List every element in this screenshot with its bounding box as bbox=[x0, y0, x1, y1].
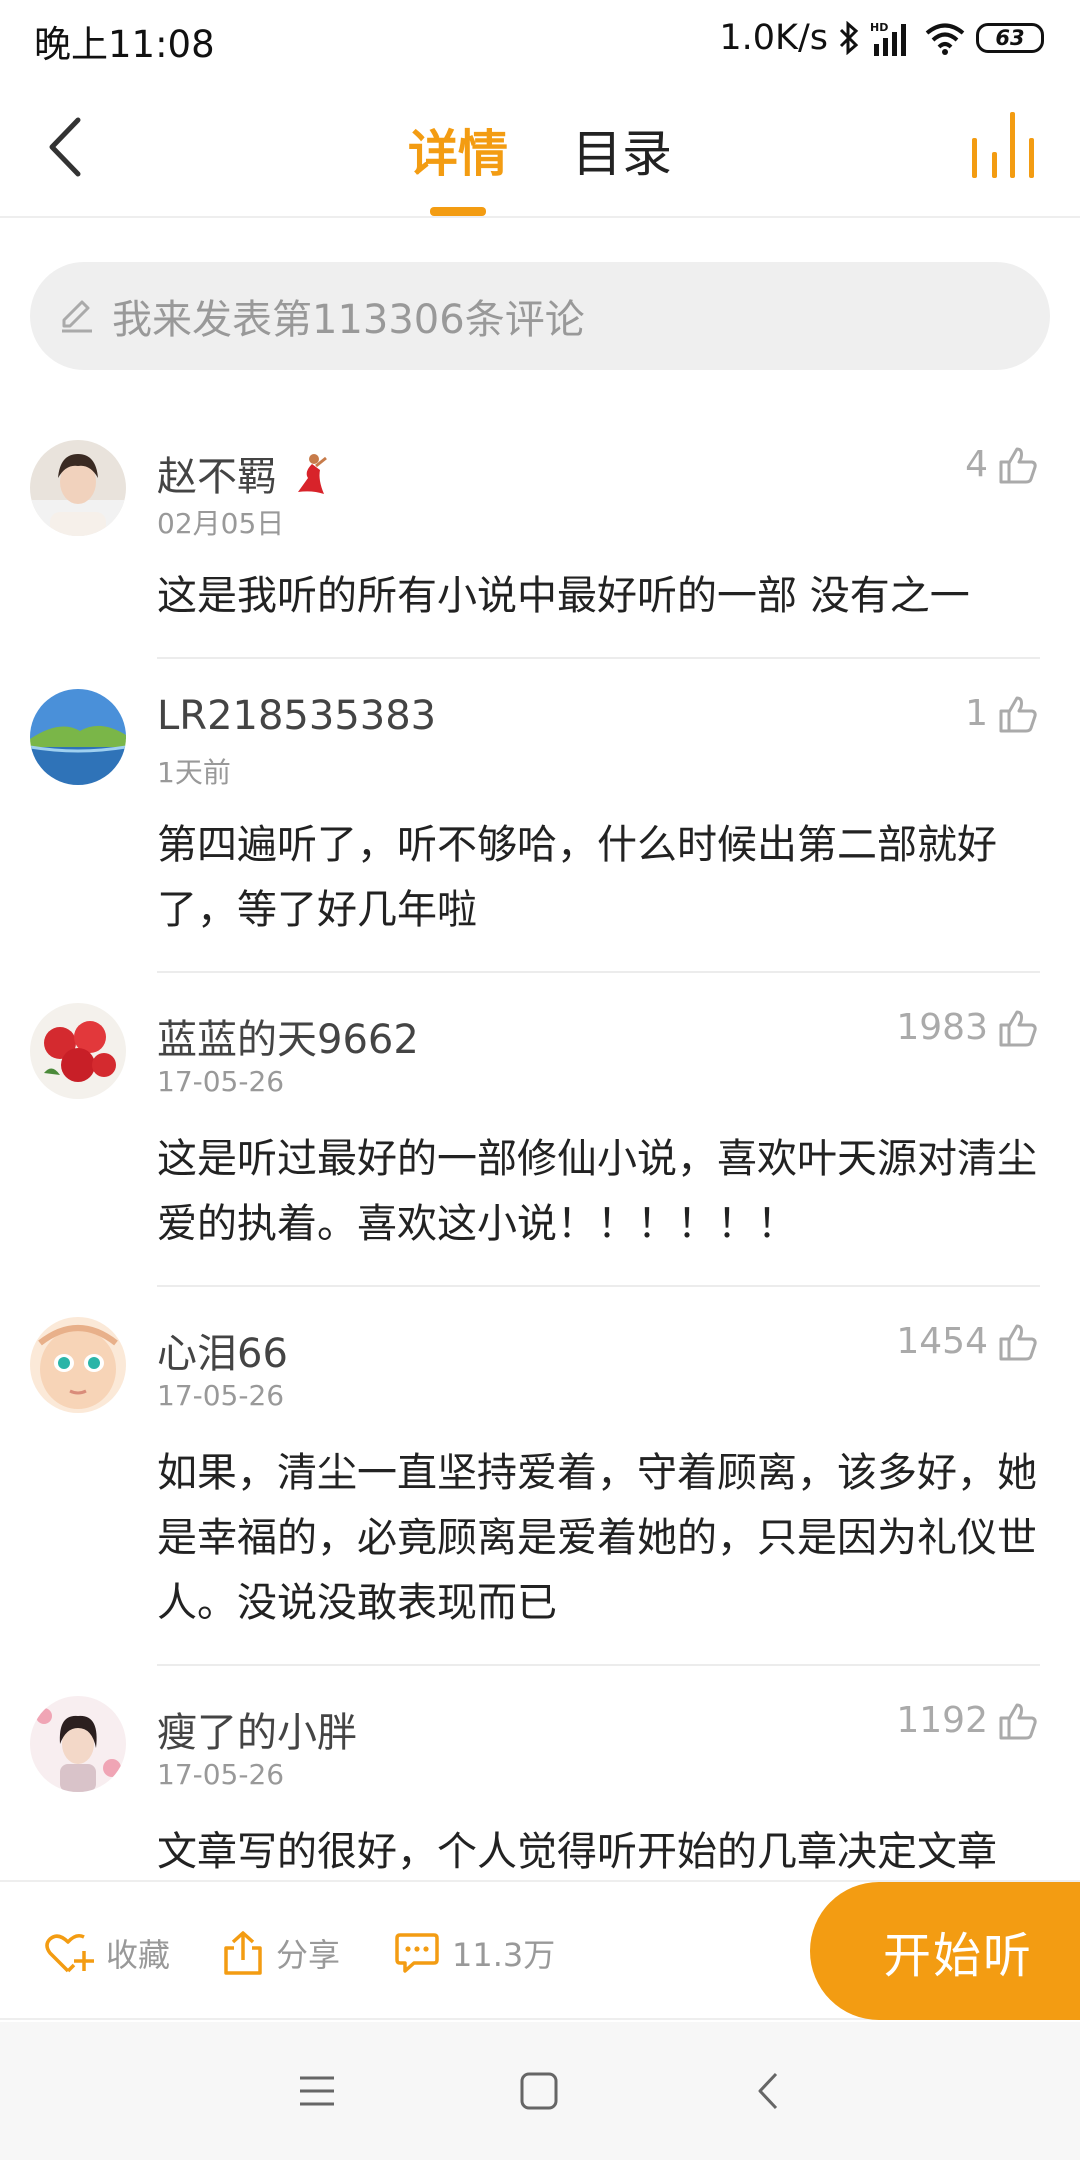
comment-date: 02月05日 bbox=[157, 507, 285, 540]
comment-item: 蓝蓝的天9662 17-05-26 1983 这是听过最好的一部修仙小说，喜欢叶… bbox=[0, 973, 1080, 1287]
wifi-icon bbox=[925, 23, 965, 55]
svg-text:HD: HD bbox=[870, 21, 888, 34]
like-button[interactable]: 4 bbox=[965, 444, 1038, 485]
like-count: 1192 bbox=[896, 1700, 988, 1741]
comment-author[interactable]: 赵不羁 bbox=[157, 444, 330, 502]
comment-input-placeholder: 我来发表第113306条评论 bbox=[112, 297, 585, 343]
like-count: 1 bbox=[965, 693, 988, 734]
tab-catalog[interactable]: 目录 bbox=[572, 114, 672, 186]
comment-author-name[interactable]: LR218535383 bbox=[157, 693, 436, 739]
like-button[interactable]: 1983 bbox=[896, 1007, 1038, 1048]
comment-author-name[interactable]: 蓝蓝的天9662 bbox=[157, 1007, 419, 1065]
home-icon[interactable] bbox=[516, 2068, 562, 2114]
comment-item: 心泪66 17-05-26 1454 如果，清尘一直坚持爱着，守着顾离，该多好，… bbox=[0, 1287, 1080, 1666]
start-listening-label: 开始听 bbox=[882, 1928, 1033, 1984]
avatar[interactable] bbox=[30, 1696, 126, 1792]
like-count: 4 bbox=[965, 444, 988, 485]
like-button[interactable]: 1454 bbox=[896, 1321, 1038, 1362]
status-time: 晚上11:08 bbox=[34, 23, 215, 66]
comment-text: 文章写的很好，个人觉得听开始的几章决定文章 bbox=[157, 1829, 997, 1875]
menu-icon[interactable] bbox=[294, 2068, 340, 2114]
like-count: 1454 bbox=[896, 1321, 988, 1362]
avatar[interactable] bbox=[30, 1317, 126, 1413]
comment-date: 17-05-26 bbox=[157, 1758, 285, 1791]
bottom-action-bar: 收藏 分享 11.3万 开始听 bbox=[0, 1880, 1080, 2020]
comment-author-name[interactable]: 瘦了的小胖 bbox=[157, 1700, 357, 1758]
share-label: 分享 bbox=[276, 1936, 341, 1974]
battery-level: 63 bbox=[995, 26, 1025, 50]
comment-count: 11.3万 bbox=[452, 1936, 556, 1974]
top-navigation: 详情 目录 bbox=[0, 78, 1080, 218]
comment-item: 瘦了的小胖 17-05-26 1192 文章写的很好，个人觉得听开始的几章决定文… bbox=[0, 1666, 1080, 1880]
avatar[interactable] bbox=[30, 440, 126, 536]
status-bar: 晚上11:08 1.0K/s HD 63 bbox=[0, 0, 1080, 78]
comments-button[interactable]: 11.3万 bbox=[394, 1930, 555, 1976]
share-button[interactable]: 分享 bbox=[222, 1930, 340, 1976]
tab-detail[interactable]: 详情 bbox=[408, 114, 508, 186]
comment-date: 1天前 bbox=[157, 756, 231, 789]
pen-icon bbox=[62, 300, 92, 333]
network-speed: 1.0K/s bbox=[719, 18, 828, 58]
comment-date: 17-05-26 bbox=[157, 1065, 285, 1098]
thumbs-up-icon bbox=[999, 1010, 1037, 1046]
comment-bubble-icon bbox=[395, 1933, 439, 1973]
favorite-label: 收藏 bbox=[106, 1936, 171, 1974]
avatar[interactable] bbox=[30, 689, 126, 785]
share-icon bbox=[224, 1931, 262, 1975]
battery-icon: 63 bbox=[976, 23, 1044, 53]
comment-input[interactable]: 我来发表第113306条评论 bbox=[30, 262, 1050, 370]
start-listening-button[interactable]: 开始听 bbox=[810, 1882, 1080, 2020]
status-indicators: 1.0K/s HD 63 bbox=[719, 14, 1044, 62]
thumbs-up-icon bbox=[999, 1703, 1037, 1739]
favorite-button[interactable]: 收藏 bbox=[44, 1930, 170, 1976]
comment-date: 17-05-26 bbox=[157, 1379, 285, 1412]
thumbs-up-icon bbox=[999, 696, 1037, 732]
system-navigation-bar bbox=[0, 2022, 1080, 2160]
active-tab-indicator bbox=[430, 207, 486, 216]
comment-author-name[interactable]: 心泪66 bbox=[157, 1321, 288, 1379]
comment-author-name: 赵不羁 bbox=[157, 454, 277, 500]
heart-plus-icon bbox=[45, 1934, 94, 1973]
signal-icon: HD bbox=[870, 21, 906, 56]
comment-item: 赵不羁 02月05日 4 这是我听的所有小说中最好听的一部 没有之一 bbox=[0, 410, 1080, 659]
avatar[interactable] bbox=[30, 1003, 126, 1099]
thumbs-up-icon bbox=[999, 447, 1037, 483]
system-back-icon[interactable] bbox=[746, 2068, 792, 2114]
back-arrow-icon[interactable] bbox=[40, 112, 100, 182]
like-count: 1983 bbox=[896, 1007, 988, 1048]
like-button[interactable]: 1 bbox=[965, 693, 1038, 734]
dancer-emoji-icon bbox=[297, 454, 327, 494]
like-button[interactable]: 1192 bbox=[896, 1700, 1038, 1741]
thumbs-up-icon bbox=[999, 1324, 1037, 1360]
bluetooth-icon bbox=[839, 21, 859, 55]
playing-bars-icon[interactable] bbox=[970, 108, 1036, 180]
comment-list: 赵不羁 02月05日 4 这是我听的所有小说中最好听的一部 没有之一 LR218… bbox=[0, 410, 1080, 1880]
comment-item: LR218535383 1天前 1 第四遍听了，听不够哈，什么时候出第二部就好了… bbox=[0, 659, 1080, 973]
